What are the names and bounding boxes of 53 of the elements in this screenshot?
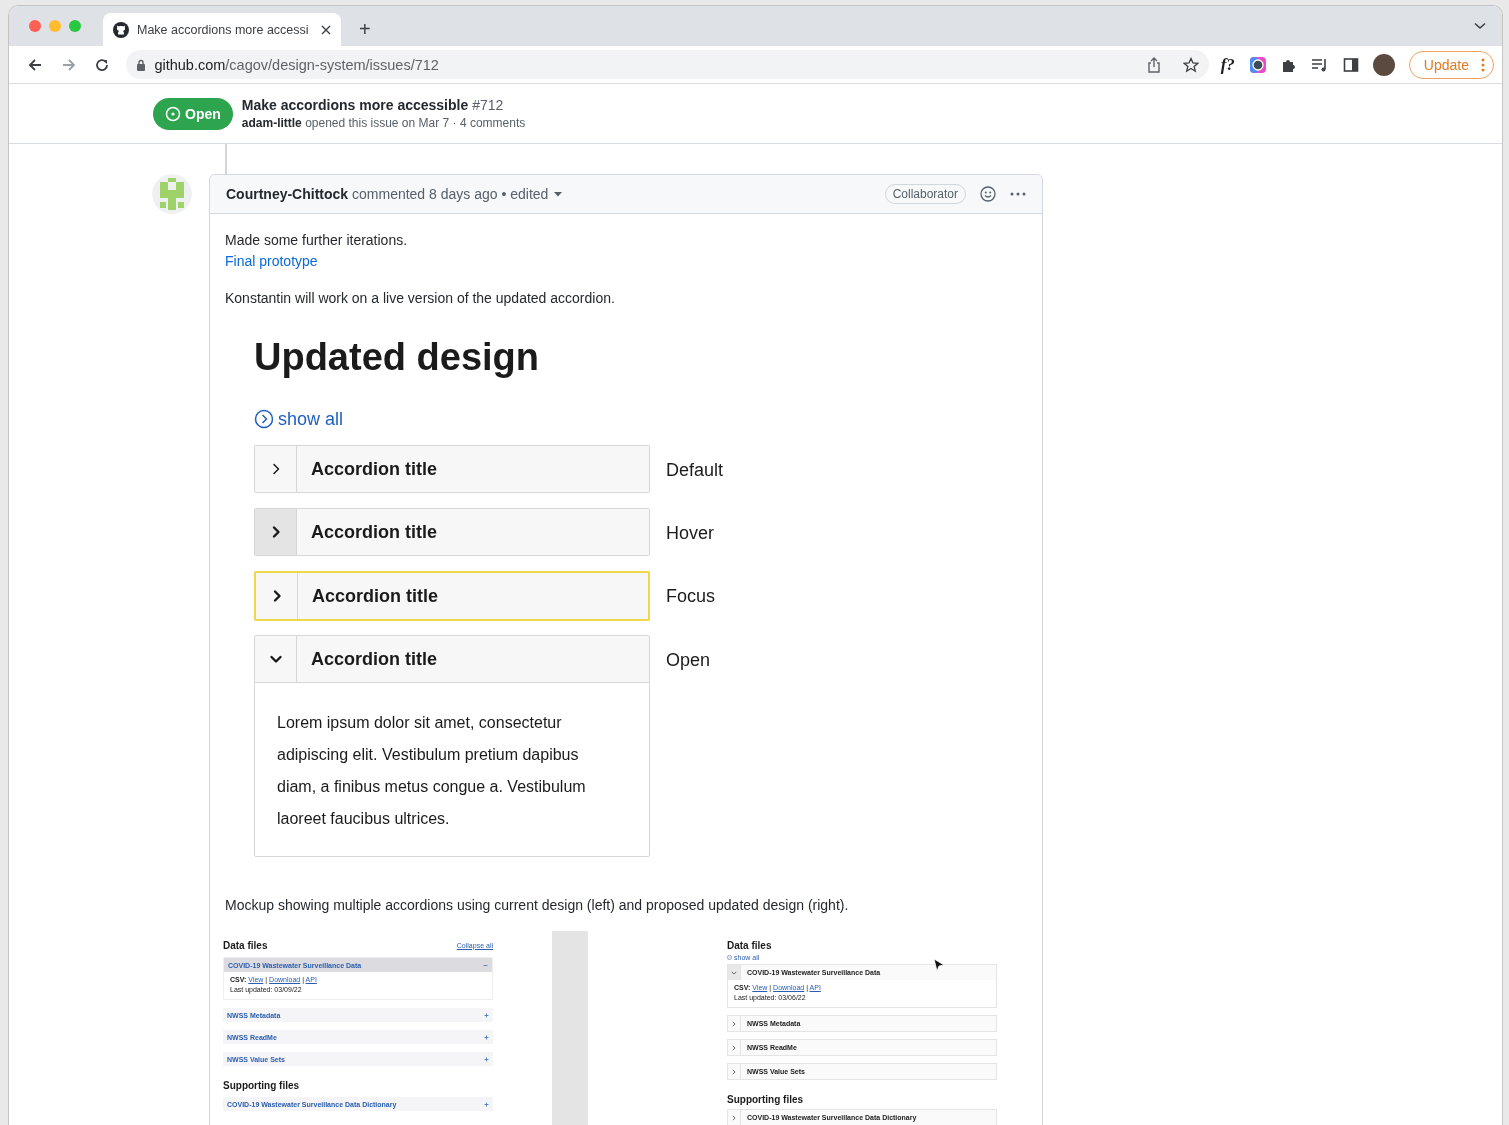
issue-meta: adam-little opened this issue on Mar 7 · 4 comments bbox=[241, 114, 526, 132]
prototype-link[interactable]: Final prototype bbox=[225, 253, 318, 269]
state-label: Focus bbox=[666, 585, 716, 608]
back-icon[interactable] bbox=[26, 56, 43, 73]
chevron-circle-icon bbox=[727, 955, 732, 960]
section-heading: Supporting files bbox=[223, 1079, 300, 1091]
plus-icon bbox=[484, 1056, 489, 1062]
plus-icon bbox=[484, 1101, 489, 1107]
smiley-icon[interactable] bbox=[980, 186, 996, 202]
color-ring-icon[interactable] bbox=[1248, 55, 1267, 74]
accordion-header[interactable]: Accordion title bbox=[255, 446, 649, 492]
star-icon[interactable] bbox=[1182, 56, 1199, 73]
chevron-circle-icon bbox=[254, 409, 274, 429]
comment-text: Made some further iterations. bbox=[225, 231, 409, 250]
issue-title: Make accordions more accessible #712 bbox=[241, 95, 505, 115]
caption-text: Mockup showing multiple accordions using current design (left) and proposed updated design (right). bbox=[225, 896, 850, 915]
minus-icon bbox=[483, 962, 488, 968]
profile-avatar[interactable] bbox=[1372, 53, 1395, 76]
more-icon bbox=[1481, 57, 1485, 72]
media-list-icon[interactable] bbox=[1310, 56, 1329, 73]
more-icon[interactable] bbox=[1010, 192, 1026, 196]
comment-meta: Courtney-Chittock commented 8 days ago • edited bbox=[226, 186, 549, 202]
close-icon[interactable] bbox=[321, 24, 331, 35]
state-label: Default bbox=[666, 459, 724, 482]
accordion-header[interactable]: Accordion title bbox=[255, 636, 649, 682]
sidebar-icon[interactable] bbox=[1342, 56, 1359, 73]
plus-icon bbox=[484, 1012, 489, 1018]
new-tab-button[interactable]: + bbox=[355, 18, 375, 41]
accordion-header[interactable]: Accordion title bbox=[255, 509, 649, 555]
caret-icon[interactable] bbox=[554, 191, 563, 197]
accordion-body-text: Lorem ipsum dolor sit amet, consectetur adipiscing elit. Vestibulum pretium dapibus diam, a finibus metus congue a. Vestibulum laoreet faucibus ultrices. bbox=[255, 682, 649, 856]
reload-icon[interactable] bbox=[94, 56, 111, 73]
state-label: Open bbox=[666, 649, 711, 672]
section-heading: Data files bbox=[727, 939, 772, 951]
browser-tab[interactable]: Make accordions more accessi bbox=[103, 13, 341, 46]
circle-dot-icon bbox=[165, 105, 181, 122]
show-all-link[interactable]: show all bbox=[254, 407, 344, 431]
share-icon[interactable] bbox=[1146, 56, 1161, 73]
section-heading: Data files bbox=[223, 939, 268, 951]
logo-icon bbox=[113, 21, 129, 38]
tab-title: Make accordions more accessi bbox=[137, 22, 310, 37]
lock-icon bbox=[136, 58, 147, 71]
address-bar[interactable]: github.com/cagov/design-system/issues/712 bbox=[126, 50, 1209, 79]
design-heading: Updated design bbox=[254, 335, 541, 380]
section-heading: Supporting files bbox=[727, 1093, 804, 1105]
accordion-header[interactable]: Accordion title bbox=[256, 573, 648, 619]
plus-icon bbox=[484, 1034, 489, 1040]
url-text: github.com/cagov/design-system/issues/712 bbox=[154, 56, 440, 73]
comment-text: Konstantin will work on a live version of the updated accordion. bbox=[225, 289, 616, 308]
forward-icon[interactable] bbox=[60, 56, 77, 73]
chevron-down-icon[interactable] bbox=[1474, 22, 1486, 30]
state-label: Hover bbox=[666, 522, 714, 545]
extension-label[interactable]: f? bbox=[1220, 54, 1235, 75]
